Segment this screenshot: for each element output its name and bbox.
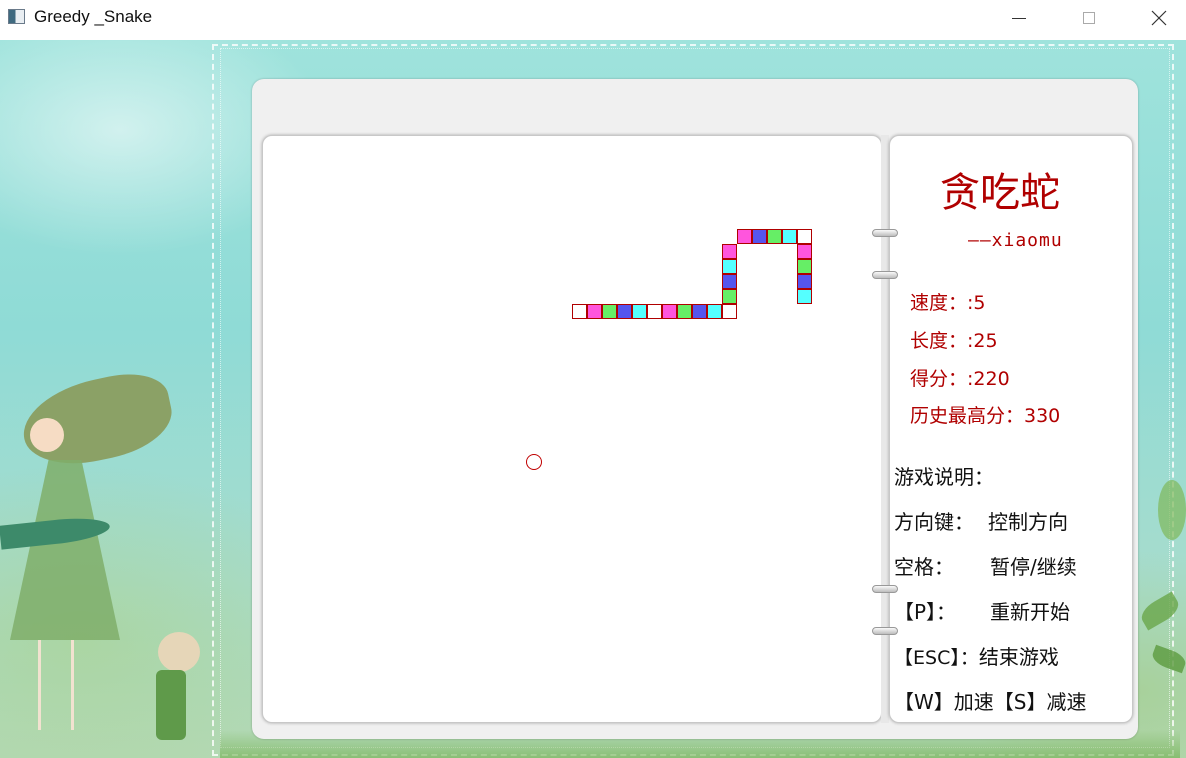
snake-segment [632,304,647,319]
snake-segment [797,289,812,304]
snake-segment [602,304,617,319]
minimize-icon [1012,17,1026,19]
instruction-key: 方向键： [894,510,974,534]
snake-segment [587,304,602,319]
maximize-button[interactable] [1066,0,1112,36]
instruction-row: 【ESC】：结束游戏 [894,641,1059,670]
binder-ring-icon [872,627,898,635]
snake-segment [797,229,812,244]
author-credit: ——xiaomu [968,230,1063,251]
instruction-action: 控制方向 [988,510,1068,534]
instruction-key: 【W】加速 [894,690,994,714]
binder-ring-icon [872,585,898,593]
doll-illustration-body [156,670,186,740]
instruction-key: 【ESC】： [894,647,979,669]
title-bar: Greedy _Snake [0,0,1186,36]
info-panel [889,135,1133,723]
snake-segment [707,304,722,319]
window-title: Greedy _Snake [34,7,153,26]
binder-ring-icon [872,229,898,237]
snake-segment [752,229,767,244]
app-icon [8,9,25,24]
girl-illustration-dress [10,460,120,640]
snake-segment [722,289,737,304]
snake-segment [677,304,692,319]
game-title: 贪吃蛇 [940,170,1060,216]
snake-segment [692,304,707,319]
snake-segment [797,244,812,259]
close-button[interactable] [1136,0,1182,36]
snake-segment [797,274,812,289]
length-stat: 长度：:25 [910,330,998,352]
snake-segment [737,229,752,244]
snake-segment [647,304,662,319]
snake-segment [662,304,677,319]
snake-segment [617,304,632,319]
food-pellet [526,454,542,470]
snake-segment [797,259,812,274]
instruction-row: 【P】： 重新开始 [894,596,1070,625]
instruction-row: 【W】加速【S】减速 [894,686,1086,715]
snake-segment [782,229,797,244]
instruction-key: 空格： [894,555,954,579]
doll-illustration-head [158,632,200,672]
instruction-row: 空格： 暂停/继续 [894,551,1077,580]
instruction-action: 【S】减速 [993,690,1087,714]
instruction-action: 重新开始 [990,600,1070,624]
snake-segment [767,229,782,244]
maximize-icon [1083,12,1095,24]
snake-segment [722,304,737,319]
score-stat: 得分：:220 [910,368,1010,390]
minimize-button[interactable] [996,0,1042,36]
girl-illustration-legs [38,640,74,730]
snake-segment [722,274,737,289]
girl-illustration-face [30,418,64,452]
leaf-decoration [1158,480,1186,540]
high-score-stat: 历史最高分：330 [910,405,1061,427]
snake-segment [572,304,587,319]
instruction-row: 方向键： 控制方向 [894,506,1068,535]
snake-segment [722,244,737,259]
instructions-heading: 游戏说明： [894,465,994,489]
speed-stat: 速度：:5 [910,292,986,314]
binder-ring-icon [872,271,898,279]
snake-segment [722,259,737,274]
close-icon [1151,10,1167,26]
instruction-key: 【P】： [894,600,957,624]
game-board[interactable] [262,135,882,723]
instruction-action: 结束游戏 [978,645,1059,669]
instruction-action: 暂停/继续 [990,555,1077,579]
